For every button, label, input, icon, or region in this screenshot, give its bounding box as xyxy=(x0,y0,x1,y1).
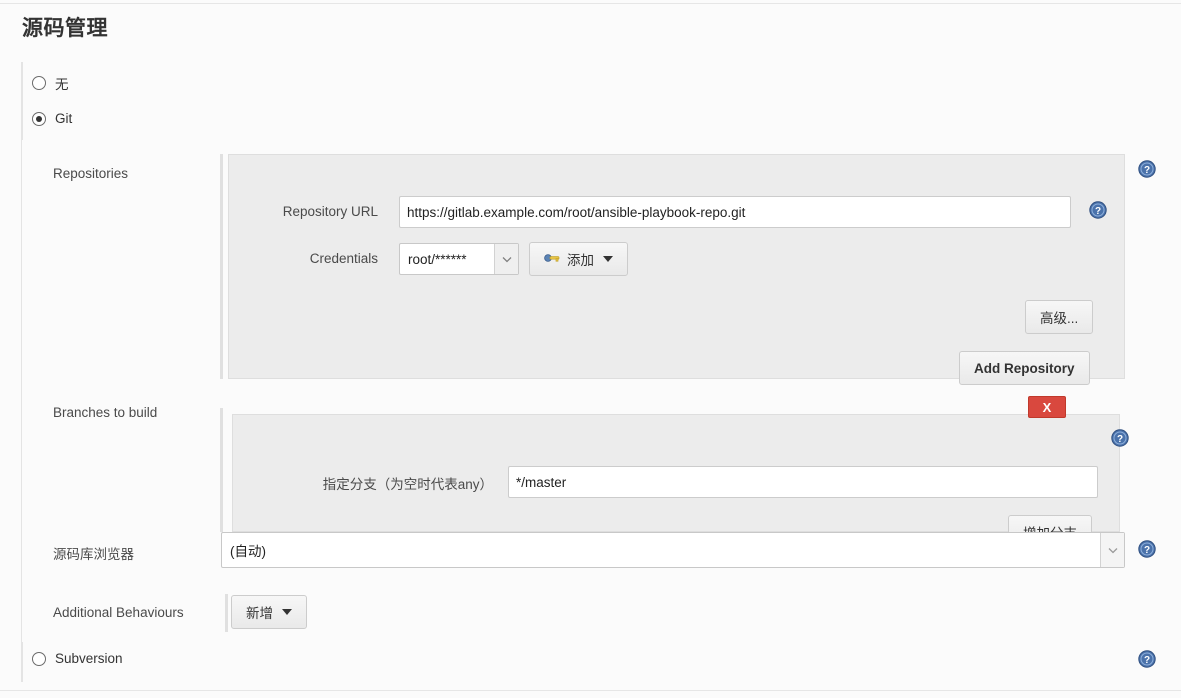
add-credentials-button-label: 添加 xyxy=(567,253,594,268)
advanced-button-label: 高级... xyxy=(1040,311,1079,326)
page-title: 源码管理 xyxy=(22,17,108,40)
delete-branch-button[interactable]: X xyxy=(1028,396,1066,418)
svg-text:?: ? xyxy=(1095,206,1101,217)
svg-text:?: ? xyxy=(1144,545,1150,556)
add-behaviour-button[interactable]: 新增 xyxy=(231,595,307,629)
branch-specifier-input[interactable] xyxy=(508,466,1098,498)
svg-text:?: ? xyxy=(1117,434,1123,445)
repositories-panel: Repository URL ? Credentials root/****** xyxy=(228,154,1125,385)
scm-option-subversion[interactable]: Subversion xyxy=(32,651,123,666)
add-repository-button[interactable]: Add Repository xyxy=(959,351,1090,385)
repositories-row-label: Repositories xyxy=(53,166,129,181)
advanced-button[interactable]: 高级... xyxy=(1025,300,1094,334)
repository-browser-help-icon[interactable]: ? xyxy=(1138,540,1156,558)
radio-none[interactable] xyxy=(32,76,46,90)
caret-down-icon xyxy=(282,609,292,615)
branches-panel-separator xyxy=(220,408,223,532)
repository-url-input[interactable] xyxy=(399,196,1071,228)
git-section: Repositories Repository URL ? Credential… xyxy=(22,140,1159,642)
branch-specifier-help-icon[interactable]: ? xyxy=(1111,429,1129,447)
repositories-panel-separator xyxy=(220,154,223,379)
repositories-help-icon[interactable]: ? xyxy=(1138,160,1156,178)
radio-subversion[interactable] xyxy=(32,651,46,666)
additional-behaviours-separator xyxy=(225,594,228,632)
key-icon xyxy=(544,252,560,267)
svg-text:?: ? xyxy=(1144,165,1150,176)
repository-browser-select-value: (自动) xyxy=(230,544,266,559)
repository-url-help-icon[interactable]: ? xyxy=(1089,201,1107,219)
caret-down-icon xyxy=(603,256,613,262)
top-divider xyxy=(0,3,1181,4)
credentials-label: Credentials xyxy=(309,251,378,266)
credentials-select-value: root/****** xyxy=(408,251,467,267)
scm-option-none-label: 无 xyxy=(55,77,69,92)
chevron-down-icon[interactable] xyxy=(1100,533,1124,567)
credentials-select[interactable]: root/****** xyxy=(399,243,519,275)
bottom-divider xyxy=(0,690,1181,691)
svg-text:?: ? xyxy=(1144,655,1150,666)
scm-option-none[interactable]: 无 xyxy=(32,73,69,93)
add-behaviour-button-label: 新增 xyxy=(246,606,273,621)
chevron-down-icon[interactable] xyxy=(494,244,518,274)
scm-option-subversion-label: Subversion xyxy=(55,651,123,666)
additional-behaviours-label: Additional Behaviours xyxy=(53,605,184,620)
branches-panel: 指定分支（为空时代表any） 增加分支 xyxy=(232,414,1120,549)
add-credentials-button[interactable]: 添加 xyxy=(529,242,628,276)
branch-specifier-label: 指定分支（为空时代表any） xyxy=(322,477,493,492)
delete-branch-button-label: X xyxy=(1042,399,1052,415)
add-repository-button-label: Add Repository xyxy=(974,360,1075,376)
repository-browser-select[interactable]: (自动) xyxy=(221,532,1125,568)
repository-url-label: Repository URL xyxy=(282,204,378,219)
scm-config-page: 源码管理 无 Git Repositories Repository URL ?… xyxy=(0,0,1181,698)
repository-browser-label: 源码库浏览器 xyxy=(53,547,134,562)
scm-option-git[interactable]: Git xyxy=(32,111,72,126)
radio-git[interactable] xyxy=(32,111,46,126)
scm-option-git-label: Git xyxy=(55,111,73,126)
subversion-help-icon[interactable]: ? xyxy=(1138,650,1156,668)
branches-row-label: Branches to build xyxy=(53,405,158,420)
